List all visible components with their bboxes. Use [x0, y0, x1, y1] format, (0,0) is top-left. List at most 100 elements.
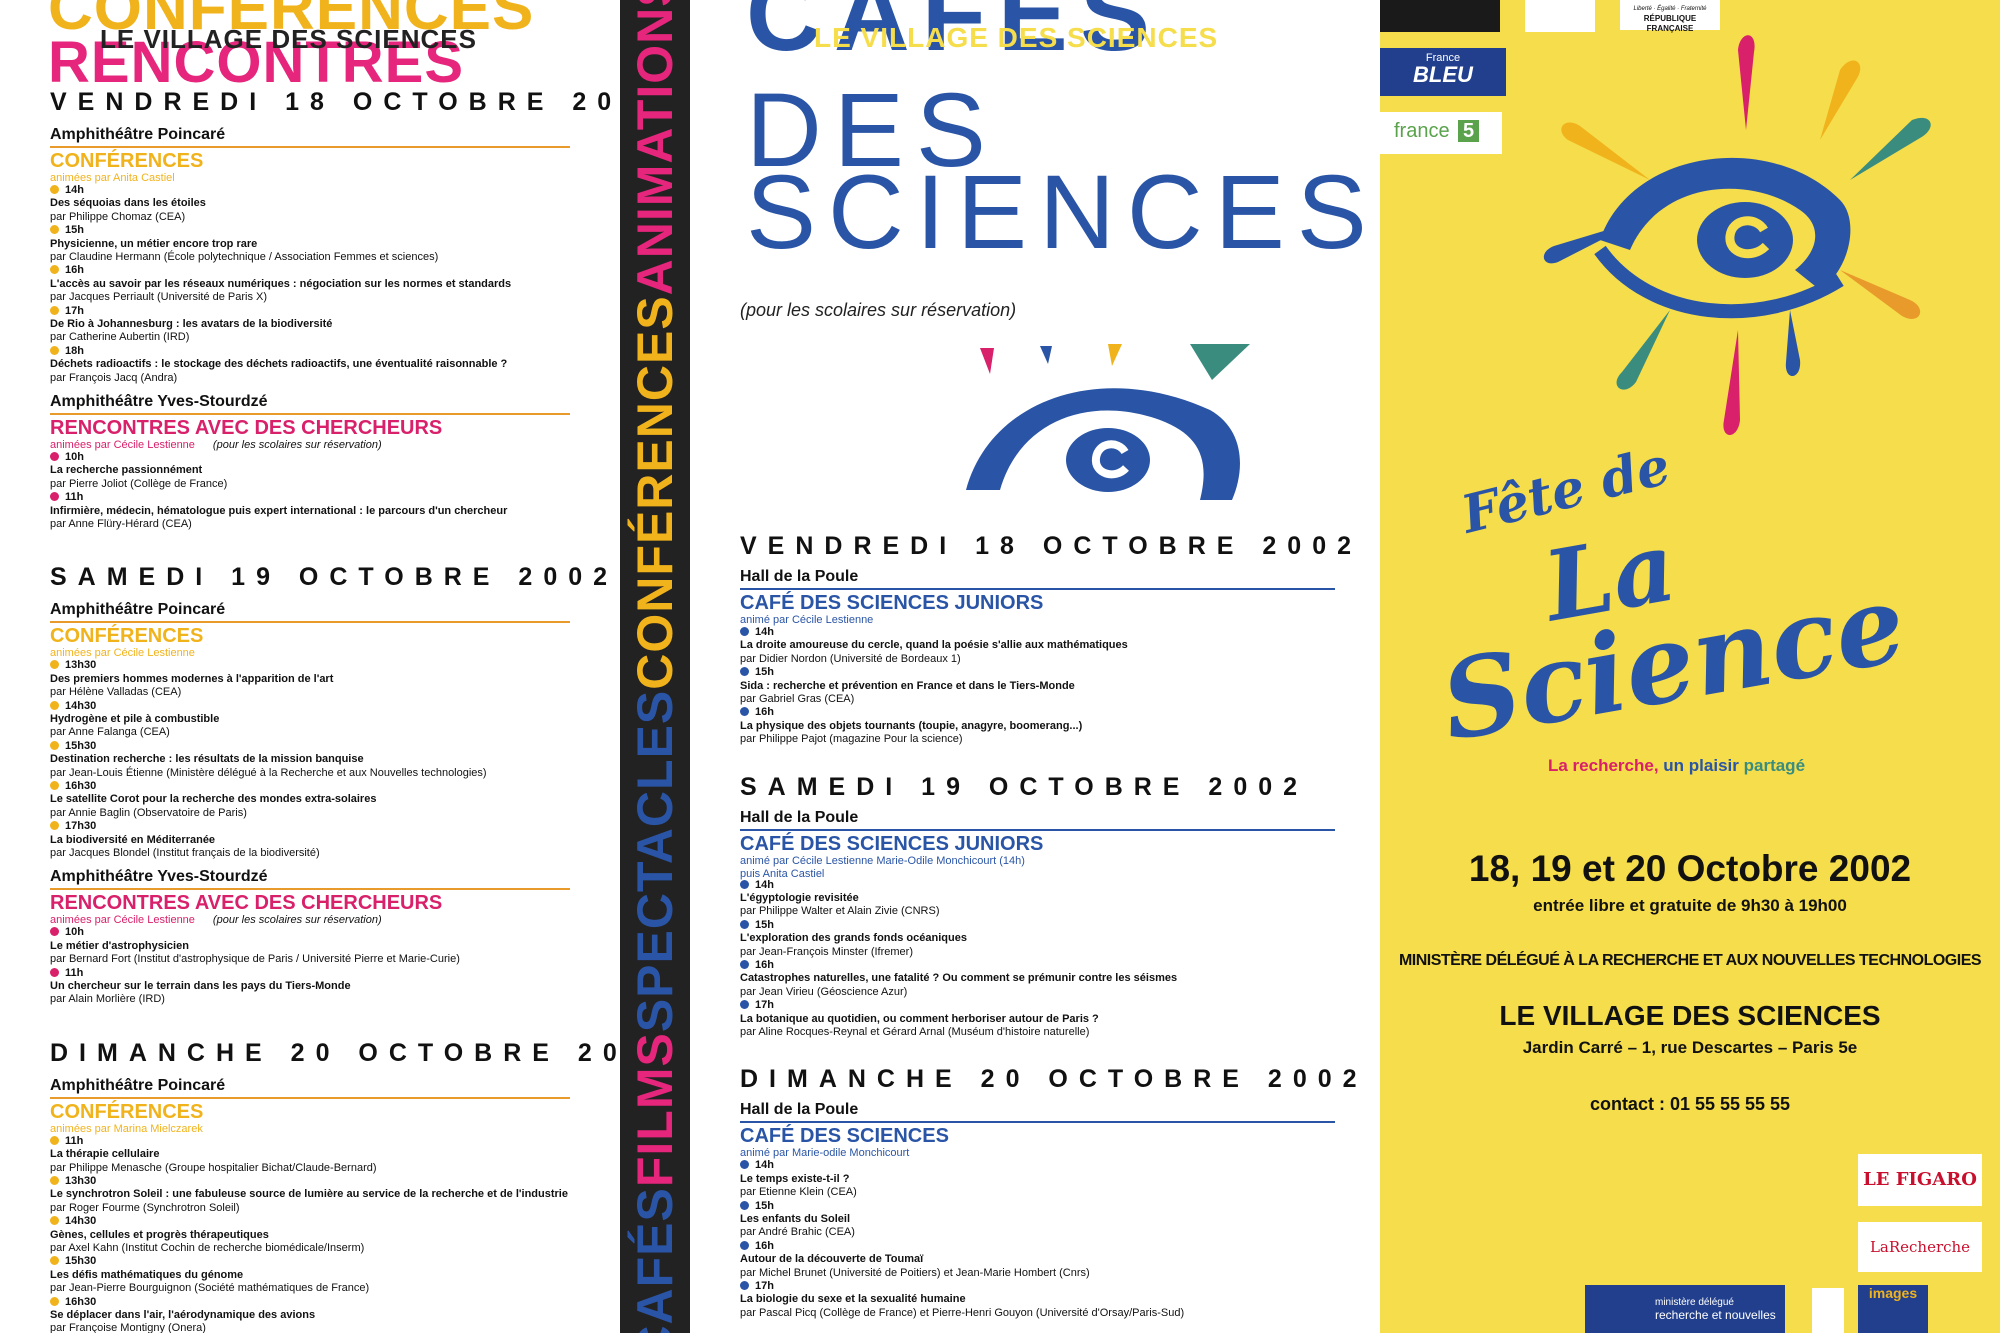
animated-by-text: animées par Cécile Lestienne [50, 914, 195, 927]
event-item: 15h Physicienne, un métier encore trop ra… [50, 224, 590, 264]
event-title: La biologie du sexe et la sexualité huma… [740, 1293, 966, 1306]
france-bleu-line2: BLEU [1413, 62, 1473, 87]
event-title: Infirmière, médecin, hématologue puis ex… [50, 504, 508, 517]
cafes-title-line3: SCIENCES [746, 154, 1379, 271]
event-time-line: 18h [50, 345, 590, 358]
event-title: La botanique au quotidien, ou comment he… [740, 1012, 1099, 1025]
event-item: 11h Infirmière, médecin, hématologue puis… [50, 491, 590, 531]
event-time: 14h30 [65, 699, 97, 712]
event-item: 14h30 Gènes, cellules et progrès thérapeu… [50, 1215, 590, 1255]
event-title: De Rio à Johannesburg : les avatars de l… [50, 318, 333, 331]
event-speaker: par Annie Baglin (Observatoire de Paris) [50, 806, 247, 819]
animated-by-text: animées par Anita Castiel [50, 172, 175, 184]
event-speaker: par Jean-Pierre Bourguignon (Société mat… [50, 1282, 370, 1295]
republique-logo: Liberté · Égalité · Fraternité RÉPUBLIQU… [1620, 0, 1720, 33]
event-title: Catastrophes naturelles, une fatalité ? … [740, 972, 1178, 985]
venue-heading: Amphithéâtre Poincaré [50, 601, 570, 624]
animated-by: animées par Cécile Lestienne [50, 647, 195, 659]
white-block-logo [1812, 1288, 1844, 1333]
event-time: 17h [755, 1280, 774, 1293]
event-item: 14h30 Hydrogène et pile à combustible par … [50, 700, 590, 740]
middle-village: LE VILLAGE DES SCIENCES [814, 22, 1219, 53]
event-speaker: par Hélène Valladas (CEA) [50, 686, 182, 699]
animated-by: animé par Cécile Lestienne Marie-Odile M… [740, 855, 1025, 881]
event-time-line: 17h [740, 999, 1340, 1012]
bullet-dot-icon [50, 740, 59, 750]
section-title: CONFÉRENCES [50, 1100, 204, 1123]
event-title: Un chercheur sur le terrain dans les pay… [50, 980, 351, 993]
bullet-dot-icon [740, 1281, 749, 1291]
event-time-line: 13h30 [50, 659, 590, 672]
event-item: 13h30 Des premiers hommes modernes à l'ap… [50, 659, 590, 699]
event-time-line: 10h [50, 926, 590, 939]
venue-heading: Amphithéâtre Poincaré [50, 126, 570, 148]
event-time: 14h [755, 878, 774, 891]
day-title: SAMEDI 19 OCTOBRE 2002 [740, 772, 1309, 801]
event-speaker: par André Brahic (CEA) [740, 1226, 855, 1239]
event-time: 15h30 [65, 739, 97, 752]
event-time-line: 14h [740, 1159, 1340, 1172]
section-title: CONFÉRENCES [50, 625, 204, 648]
event-list: 14h Le temps existe-t-il ? par Etienne Kle… [740, 1159, 1340, 1320]
event-list: 10h La recherche passionnément par Pierre … [50, 451, 590, 531]
bullet-dot-icon [740, 627, 749, 636]
event-title: La thérapie cellulaire [50, 1148, 160, 1161]
event-item: 15h30 Les défis mathématiques du génome pa… [50, 1255, 590, 1295]
animated-by-text: animées par Marina Mielczarek [50, 1122, 203, 1135]
section-title: RENCONTRES AVEC DES CHERCHEURS [50, 892, 443, 915]
event-item: 16h La physique des objets tournants (tou… [740, 706, 1340, 746]
bullet-dot-icon [50, 225, 59, 235]
event-speaker: par Philippe Menasche (Groupe hospitalie… [50, 1161, 377, 1174]
france-bleu-logo: France BLEU [1380, 48, 1506, 96]
event-time: 16h [755, 706, 774, 719]
event-time: 14h30 [65, 1215, 97, 1228]
event-time-line: 17h [50, 305, 590, 318]
venue-heading: Amphithéâtre Yves-Stourdzé [50, 868, 570, 891]
bullet-dot-icon [740, 1200, 749, 1210]
event-time: 16h [65, 264, 84, 277]
bullet-dot-icon [740, 1000, 749, 1010]
animated-by-text: animées par Cécile Lestienne [50, 647, 195, 660]
event-title: Hydrogène et pile à combustible [50, 713, 220, 726]
bullet-dot-icon [50, 781, 59, 791]
event-title: L'exploration des grands fonds océanique… [740, 932, 967, 945]
top-left-logo [1380, 0, 1500, 32]
event-list: 14h L'égyptologie revisitée par Philippe W… [740, 879, 1340, 1040]
bullet-dot-icon [740, 1160, 749, 1170]
event-item: 10h La recherche passionnément par Pierre … [50, 451, 590, 491]
event-time: 15h [755, 1199, 774, 1212]
event-title: La recherche passionnément [50, 464, 203, 477]
event-time: 17h [755, 999, 774, 1012]
bullet-dot-icon [50, 1176, 59, 1186]
event-list: 11h La thérapie cellulaire par Philippe Me… [50, 1135, 590, 1333]
event-item: 16h Autour de la découverte de Toumaï par … [740, 1240, 1340, 1280]
sun-logo-icon [1543, 35, 1931, 435]
event-title: Le temps existe-t-il ? [740, 1172, 850, 1185]
event-time: 16h [755, 1239, 774, 1252]
day-title: VENDREDI 18 OCTOBRE 2002 [50, 88, 620, 116]
animated-by: animées par Marina Mielczarek [50, 1123, 203, 1135]
animated-by-text: animé par Cécile Lestienne Marie-Odile M… [740, 854, 1025, 867]
event-speaker: par Michel Brunet (Université de Poitier… [740, 1266, 1090, 1279]
event-time-line: 14h [740, 626, 1340, 639]
event-item: 17h30 La biodiversité en Méditerranée par … [50, 820, 590, 860]
bullet-dot-icon [740, 879, 749, 889]
event-list: 13h30 Des premiers hommes modernes à l'ap… [50, 659, 590, 860]
bullet-dot-icon [50, 660, 59, 670]
slogan-part2: un plaisir [1663, 756, 1739, 775]
event-time-line: 15h [50, 224, 590, 237]
event-title: La biodiversité en Méditerranée [50, 833, 216, 846]
event-speaker: par Didier Nordon (Université de Bordeau… [740, 652, 961, 665]
bullet-dot-icon [50, 1135, 59, 1145]
event-title: Autour de la découverte de Toumaï [740, 1253, 924, 1266]
event-time: 15h [755, 666, 774, 679]
day-title: VENDREDI 18 OCTOBRE 2002 [740, 532, 1362, 560]
event-list: 14h La droite amoureuse du cercle, quand … [740, 626, 1340, 747]
event-item: 13h30 Le synchrotron Soleil : une fabuleu… [50, 1175, 590, 1215]
venue-heading: Hall de la Poule [740, 809, 1335, 831]
bullet-dot-icon [50, 1256, 59, 1266]
spine-conferences: CONFÉRENCES [627, 294, 683, 690]
event-item: 15h Sida : recherche et prévention en Fra… [740, 666, 1340, 706]
bullet-dot-icon [50, 1216, 59, 1226]
france5-number: 5 [1458, 120, 1480, 142]
